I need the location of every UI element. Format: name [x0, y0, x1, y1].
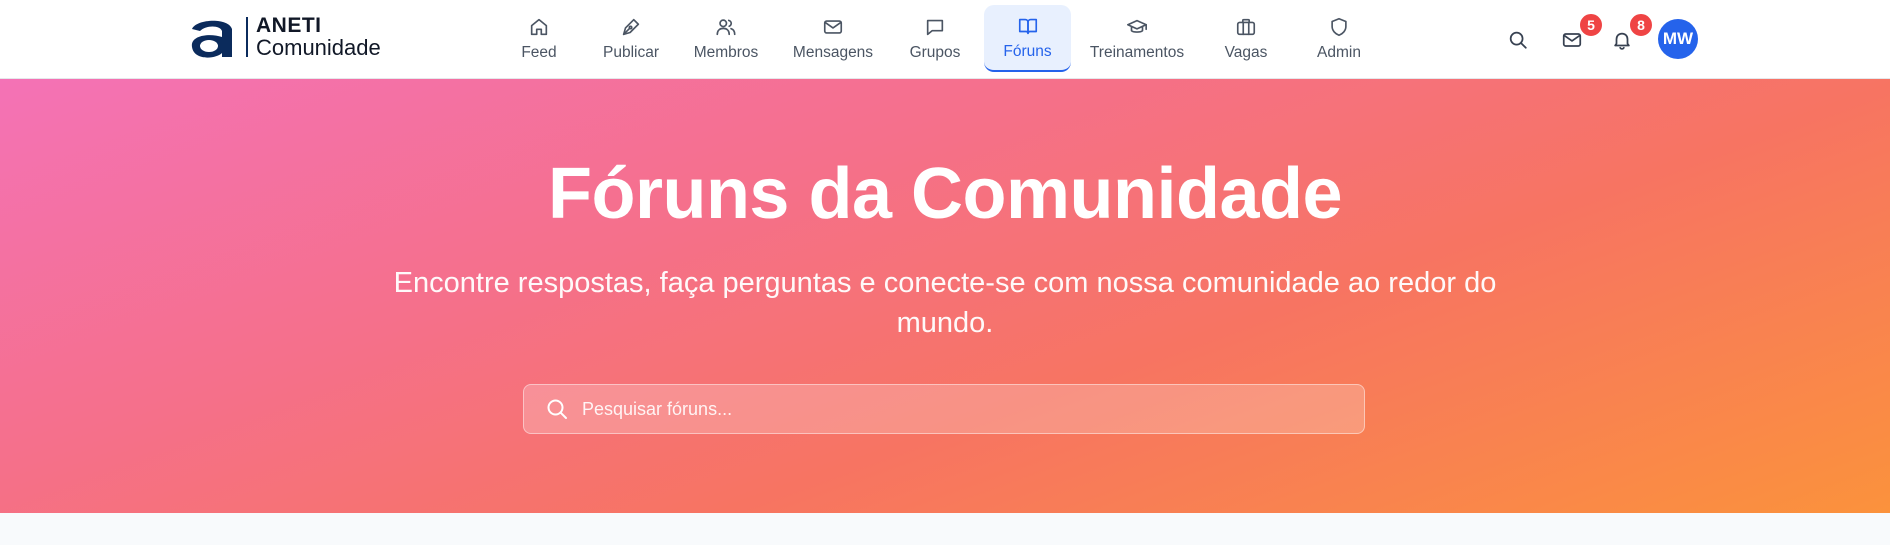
notifications-button[interactable]: 8 — [1604, 12, 1654, 58]
brand-logo[interactable]: ANETI Comunidade — [188, 15, 381, 59]
brand-name-line2: Comunidade — [256, 35, 381, 60]
book-open-icon — [1018, 18, 1037, 34]
brand-name-line1: ANETI — [256, 14, 322, 37]
nav-item-membros[interactable]: Membros — [688, 5, 764, 72]
pen-icon — [622, 18, 640, 35]
nav-label-membros: Membros — [693, 43, 759, 61]
users-icon — [716, 18, 736, 35]
nav-label-foruns: Fóruns — [1003, 42, 1052, 60]
home-icon — [530, 18, 548, 35]
page-subtitle: Encontre respostas, faça perguntas e con… — [393, 267, 1497, 339]
nav-label-grupos: Grupos — [909, 43, 961, 61]
messages-button[interactable]: 5 — [1554, 12, 1604, 58]
forum-search-input[interactable] — [582, 385, 1364, 433]
briefcase-icon — [1236, 18, 1256, 35]
nav-label-mensagens: Mensagens — [792, 43, 874, 61]
nav-item-admin[interactable]: Admin — [1303, 5, 1375, 72]
forum-search-box — [523, 384, 1365, 434]
nav-label-publicar: Publicar — [603, 43, 659, 61]
forums-hero: Fóruns da Comunidade Encontre respostas,… — [0, 79, 1890, 513]
content-area — [0, 513, 1890, 545]
shield-icon — [1331, 17, 1347, 36]
search-button[interactable] — [1500, 22, 1536, 58]
search-icon — [547, 399, 567, 419]
top-navigation-bar: ANETI Comunidade Feed Publicar Membros M… — [0, 0, 1890, 79]
mail-icon — [823, 19, 843, 34]
nav-item-treinamentos[interactable]: Treinamentos — [1084, 5, 1190, 72]
user-avatar[interactable]: MW — [1658, 19, 1698, 59]
nav-item-feed[interactable]: Feed — [503, 5, 575, 72]
nav-label-feed: Feed — [521, 43, 557, 61]
logo-divider — [246, 17, 248, 57]
nav-label-vagas: Vagas — [1224, 43, 1268, 61]
nav-item-grupos[interactable]: Grupos — [899, 5, 971, 72]
nav-label-admin: Admin — [1317, 43, 1361, 61]
logo-mark-icon — [188, 15, 240, 59]
brand-name: ANETI Comunidade — [256, 15, 381, 59]
nav-label-treinamentos: Treinamentos — [1089, 43, 1185, 61]
notifications-count-badge: 8 — [1628, 12, 1654, 38]
graduation-cap-icon — [1127, 19, 1147, 33]
nav-item-vagas[interactable]: Vagas — [1210, 5, 1282, 72]
nav-item-foruns[interactable]: Fóruns — [984, 5, 1071, 72]
messages-count-badge: 5 — [1578, 12, 1604, 38]
search-icon — [1509, 31, 1527, 49]
nav-item-publicar[interactable]: Publicar — [590, 5, 672, 72]
nav-item-mensagens[interactable]: Mensagens — [782, 5, 884, 72]
page-title: Fóruns da Comunidade — [547, 154, 1343, 234]
chat-bubble-icon — [926, 19, 944, 35]
